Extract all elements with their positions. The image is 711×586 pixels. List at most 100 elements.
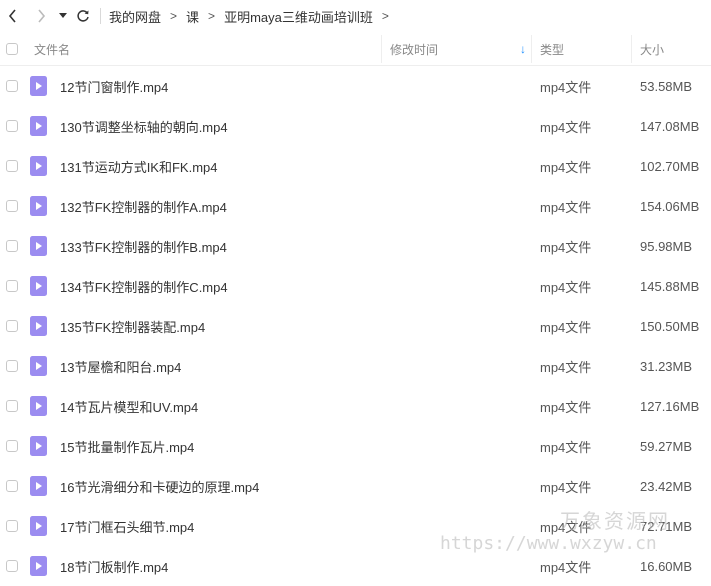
column-divider[interactable] <box>381 35 382 63</box>
file-size: 59.27MB <box>640 438 693 454</box>
file-row[interactable]: 16节光滑细分和卡硬边的原理.mp4 mp4文件 23.42MB <box>0 466 711 506</box>
column-header-name[interactable]: 文件名 <box>34 33 70 65</box>
column-header-modified-label: 修改时间 <box>390 42 439 57</box>
file-type: mp4文件 <box>540 559 592 575</box>
file-name[interactable]: 12节门窗制作.mp4 <box>60 66 168 106</box>
row-checkbox[interactable] <box>6 280 18 292</box>
breadcrumb: 我的网盘 > 课 > 亚明maya三维动画培训班 > <box>109 7 398 26</box>
refresh-button[interactable] <box>72 2 94 30</box>
row-checkbox[interactable] <box>6 480 18 492</box>
toolbar-divider <box>100 8 101 24</box>
select-all-checkbox[interactable] <box>6 43 18 55</box>
file-type: mp4文件 <box>540 239 592 255</box>
row-checkbox[interactable] <box>6 400 18 412</box>
file-type: mp4文件 <box>540 479 592 495</box>
video-file-icon <box>30 196 47 216</box>
file-size: 150.50MB <box>640 318 700 334</box>
file-size: 147.08MB <box>640 118 700 134</box>
file-type: mp4文件 <box>540 439 592 455</box>
file-name[interactable]: 16节光滑细分和卡硬边的原理.mp4 <box>60 466 259 506</box>
file-name[interactable]: 18节门板制作.mp4 <box>60 546 168 586</box>
file-row[interactable]: 12节门窗制作.mp4 mp4文件 53.58MB <box>0 66 711 106</box>
file-type: mp4文件 <box>540 159 592 175</box>
forward-button[interactable] <box>30 2 52 30</box>
file-size: 95.98MB <box>640 238 693 254</box>
sort-desc-icon: ↓ <box>520 42 526 56</box>
file-type: mp4文件 <box>540 119 592 135</box>
file-list-header: 文件名 修改时间 ↓ 类型 大小 <box>0 33 711 66</box>
file-name[interactable]: 133节FK控制器的制作B.mp4 <box>60 226 227 266</box>
file-name[interactable]: 135节FK控制器装配.mp4 <box>60 306 205 346</box>
row-checkbox[interactable] <box>6 160 18 172</box>
file-name[interactable]: 14节瓦片模型和UV.mp4 <box>60 386 198 426</box>
file-type: mp4文件 <box>540 359 592 375</box>
file-type: mp4文件 <box>540 279 592 295</box>
file-row[interactable]: 13节屋檐和阳台.mp4 mp4文件 31.23MB <box>0 346 711 386</box>
column-header-name-label: 文件名 <box>34 42 71 57</box>
file-row[interactable]: 135节FK控制器装配.mp4 mp4文件 150.50MB <box>0 306 711 346</box>
file-name[interactable]: 134节FK控制器的制作C.mp4 <box>60 266 228 306</box>
file-name[interactable]: 13节屋檐和阳台.mp4 <box>60 346 181 386</box>
file-row[interactable]: 134节FK控制器的制作C.mp4 mp4文件 145.88MB <box>0 266 711 306</box>
file-row[interactable]: 130节调整坐标轴的朝向.mp4 mp4文件 147.08MB <box>0 106 711 146</box>
row-checkbox[interactable] <box>6 80 18 92</box>
column-header-size[interactable]: 大小 <box>640 33 664 65</box>
column-header-type-label: 类型 <box>540 42 565 57</box>
video-file-icon <box>30 236 47 256</box>
column-divider[interactable] <box>631 35 632 63</box>
file-type: mp4文件 <box>540 519 592 535</box>
row-checkbox[interactable] <box>6 320 18 332</box>
history-dropdown-button[interactable] <box>56 2 70 30</box>
breadcrumb-item-course[interactable]: 课 <box>186 7 199 26</box>
file-name[interactable]: 130节调整坐标轴的朝向.mp4 <box>60 106 228 146</box>
row-checkbox[interactable] <box>6 440 18 452</box>
file-type: mp4文件 <box>540 319 592 335</box>
file-size: 16.60MB <box>640 558 693 574</box>
row-checkbox[interactable] <box>6 120 18 132</box>
video-file-icon <box>30 516 47 536</box>
column-header-size-label: 大小 <box>640 42 665 57</box>
video-file-icon <box>30 556 47 576</box>
file-size: 31.23MB <box>640 358 693 374</box>
file-row[interactable]: 133节FK控制器的制作B.mp4 mp4文件 95.98MB <box>0 226 711 266</box>
file-row[interactable]: 132节FK控制器的制作A.mp4 mp4文件 154.06MB <box>0 186 711 226</box>
chevron-left-icon <box>8 9 16 23</box>
file-row[interactable]: 15节批量制作瓦片.mp4 mp4文件 59.27MB <box>0 426 711 466</box>
row-checkbox[interactable] <box>6 560 18 572</box>
file-name[interactable]: 15节批量制作瓦片.mp4 <box>60 426 194 466</box>
file-size: 72.71MB <box>640 518 693 534</box>
column-divider[interactable] <box>531 35 532 63</box>
file-size: 154.06MB <box>640 198 700 214</box>
row-checkbox[interactable] <box>6 520 18 532</box>
breadcrumb-item-current[interactable]: 亚明maya三维动画培训班 <box>224 7 373 26</box>
select-all-cell <box>6 33 18 65</box>
row-checkbox[interactable] <box>6 360 18 372</box>
column-header-modified[interactable]: 修改时间 ↓ <box>390 33 528 65</box>
file-type: mp4文件 <box>540 399 592 415</box>
file-row[interactable]: 18节门板制作.mp4 mp4文件 16.60MB <box>0 546 711 586</box>
file-row[interactable]: 14节瓦片模型和UV.mp4 mp4文件 127.16MB <box>0 386 711 426</box>
video-file-icon <box>30 76 47 96</box>
video-file-icon <box>30 276 47 296</box>
back-button[interactable] <box>2 2 24 30</box>
caret-down-icon <box>59 13 67 18</box>
column-header-type[interactable]: 类型 <box>540 33 564 65</box>
breadcrumb-separator: > <box>208 9 216 23</box>
file-name[interactable]: 131节运动方式IK和FK.mp4 <box>60 146 218 186</box>
video-file-icon <box>30 476 47 496</box>
file-row[interactable]: 17节门框石头细节.mp4 mp4文件 72.71MB <box>0 506 711 546</box>
row-checkbox[interactable] <box>6 200 18 212</box>
video-file-icon <box>30 116 47 136</box>
file-name[interactable]: 132节FK控制器的制作A.mp4 <box>60 186 227 226</box>
file-size: 145.88MB <box>640 278 700 294</box>
video-file-icon <box>30 436 47 456</box>
file-name[interactable]: 17节门框石头细节.mp4 <box>60 506 194 546</box>
file-size: 127.16MB <box>640 398 700 414</box>
chevron-right-icon <box>38 9 46 23</box>
breadcrumb-item-root[interactable]: 我的网盘 <box>109 7 161 26</box>
file-row[interactable]: 131节运动方式IK和FK.mp4 mp4文件 102.70MB <box>0 146 711 186</box>
video-file-icon <box>30 316 47 336</box>
video-file-icon <box>30 396 47 416</box>
video-file-icon <box>30 356 47 376</box>
row-checkbox[interactable] <box>6 240 18 252</box>
